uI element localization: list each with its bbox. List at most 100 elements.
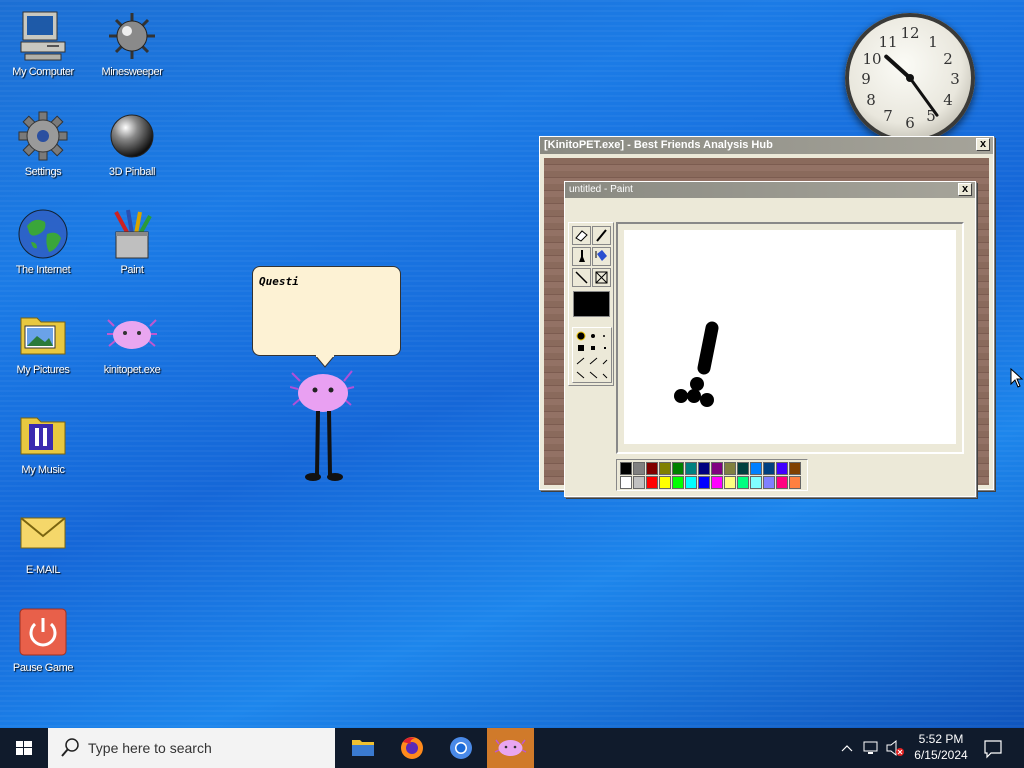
desktop-icon-settings[interactable]: Settings	[0, 110, 86, 178]
palette-color-swatch[interactable]	[711, 476, 723, 489]
kinito-window-titlebar[interactable]: [KinitoPET.exe] - Best Friends Analysis …	[540, 137, 993, 154]
desktop-icon-3d-pinball[interactable]: 3D Pinball	[89, 110, 175, 178]
palette-color-swatch[interactable]	[698, 462, 710, 475]
palette-color-swatch[interactable]	[776, 476, 788, 489]
firefox-icon	[401, 737, 423, 759]
palette-color-swatch[interactable]	[633, 462, 645, 475]
taskbar-clock[interactable]: 5:52 PM 6/15/2024	[908, 728, 974, 768]
paint-window-title: untitled - Paint	[569, 184, 633, 195]
color-palette	[616, 459, 808, 491]
palette-color-swatch[interactable]	[620, 462, 632, 475]
desktop-icon-minesweeper[interactable]: Minesweeper	[89, 10, 175, 78]
palette-color-swatch[interactable]	[789, 462, 801, 475]
icon-label: Minesweeper	[101, 66, 163, 78]
show-hidden-icons-button[interactable]	[838, 728, 856, 768]
start-button[interactable]	[0, 728, 48, 768]
taskbar-file-explorer[interactable]	[340, 728, 386, 768]
palette-color-swatch[interactable]	[737, 476, 749, 489]
paint-window-titlebar[interactable]: untitled - Paint x	[565, 182, 975, 198]
taskbar-firefox[interactable]	[389, 728, 435, 768]
brush-size-selector[interactable]	[572, 327, 612, 383]
paint-bucket-icon	[106, 208, 158, 260]
mine-icon	[106, 10, 158, 62]
computer-icon	[17, 10, 69, 62]
desktop-icon-my-music[interactable]: My Music	[0, 408, 86, 476]
desktop-icon-pause-game[interactable]: Pause Game	[0, 606, 86, 674]
paint-toolbox	[568, 222, 614, 386]
palette-color-swatch[interactable]	[646, 462, 658, 475]
desktop-icon-kinitopet[interactable]: kinitopet.exe	[89, 308, 175, 376]
kinito-window-title: [KinitoPET.exe] - Best Friends Analysis …	[544, 139, 773, 151]
line-icon	[575, 271, 588, 284]
clear-tool[interactable]	[592, 268, 611, 287]
palette-color-swatch[interactable]	[789, 476, 801, 489]
analog-clock[interactable]: 12 1 2 3 4 5 6 7 8 9 10 11	[845, 13, 975, 143]
fill-bucket-icon	[595, 250, 607, 261]
palette-color-swatch[interactable]	[659, 462, 671, 475]
palette-color-swatch[interactable]	[750, 476, 762, 489]
palette-color-swatch[interactable]	[711, 462, 723, 475]
paint-window[interactable]: untitled - Paint x	[564, 181, 976, 497]
windows-logo-icon	[16, 741, 32, 755]
desktop-icon-the-internet[interactable]: The Internet	[0, 208, 86, 276]
clock-minute-hand	[908, 76, 939, 117]
desktop-icon-email[interactable]: E-MAIL	[0, 508, 86, 576]
palette-color-swatch[interactable]	[685, 476, 697, 489]
palette-color-swatch[interactable]	[698, 476, 710, 489]
icon-label: E-MAIL	[25, 564, 61, 576]
volume-muted-icon	[886, 739, 904, 757]
palette-color-swatch[interactable]	[620, 476, 632, 489]
pinball-icon	[106, 110, 158, 162]
pencil-tool[interactable]	[592, 226, 611, 245]
palette-color-swatch[interactable]	[724, 476, 736, 489]
pictures-folder-icon	[17, 308, 69, 360]
volume-control[interactable]	[884, 728, 906, 768]
notification-icon	[984, 740, 1002, 759]
search-icon	[61, 738, 79, 757]
palette-color-swatch[interactable]	[763, 462, 775, 475]
palette-color-swatch[interactable]	[646, 476, 658, 489]
mouse-cursor-icon	[1010, 368, 1024, 388]
palette-color-swatch[interactable]	[737, 462, 749, 475]
pencil-icon	[596, 229, 607, 242]
brush-tool[interactable]	[572, 247, 591, 266]
music-folder-icon	[17, 408, 69, 460]
power-icon	[17, 606, 69, 658]
desktop-icon-my-computer[interactable]: My Computer	[0, 10, 86, 78]
palette-color-swatch[interactable]	[750, 462, 762, 475]
palette-color-swatch[interactable]	[776, 462, 788, 475]
clock-hands	[884, 54, 939, 117]
kinito-character[interactable]	[290, 365, 360, 485]
clock-hour-hand	[884, 54, 912, 80]
eraser-icon	[575, 230, 588, 242]
line-tool[interactable]	[572, 268, 591, 287]
fill-tool[interactable]	[592, 247, 611, 266]
gear-icon	[17, 110, 69, 162]
taskbar-search-box[interactable]: Type here to search	[48, 728, 335, 768]
canvas-drawing	[674, 321, 719, 407]
icon-label: Settings	[24, 166, 62, 178]
palette-color-swatch[interactable]	[672, 462, 684, 475]
palette-color-swatch[interactable]	[724, 462, 736, 475]
palette-color-swatch[interactable]	[633, 476, 645, 489]
taskbar-kinitopet[interactable]	[487, 728, 534, 768]
network-status[interactable]	[860, 728, 882, 768]
current-color-swatch[interactable]	[573, 291, 610, 317]
eraser-tool[interactable]	[572, 226, 591, 245]
folder-icon	[352, 740, 374, 756]
palette-color-swatch[interactable]	[659, 476, 671, 489]
palette-color-swatch[interactable]	[685, 462, 697, 475]
action-center-button[interactable]	[978, 728, 1008, 768]
kinito-close-button[interactable]: x	[976, 138, 990, 151]
desktop-icon-my-pictures[interactable]: My Pictures	[0, 308, 86, 376]
desktop-icon-paint[interactable]: Paint	[89, 208, 175, 276]
palette-color-swatch[interactable]	[763, 476, 775, 489]
brush-icon	[579, 250, 585, 262]
axolotl-icon	[494, 739, 527, 756]
chevron-up-icon	[841, 745, 853, 752]
taskbar-chrome[interactable]	[438, 728, 484, 768]
icon-label: Paint	[120, 264, 144, 276]
palette-color-swatch[interactable]	[672, 476, 684, 489]
paint-close-button[interactable]: x	[958, 183, 972, 196]
paint-canvas[interactable]	[624, 230, 956, 444]
